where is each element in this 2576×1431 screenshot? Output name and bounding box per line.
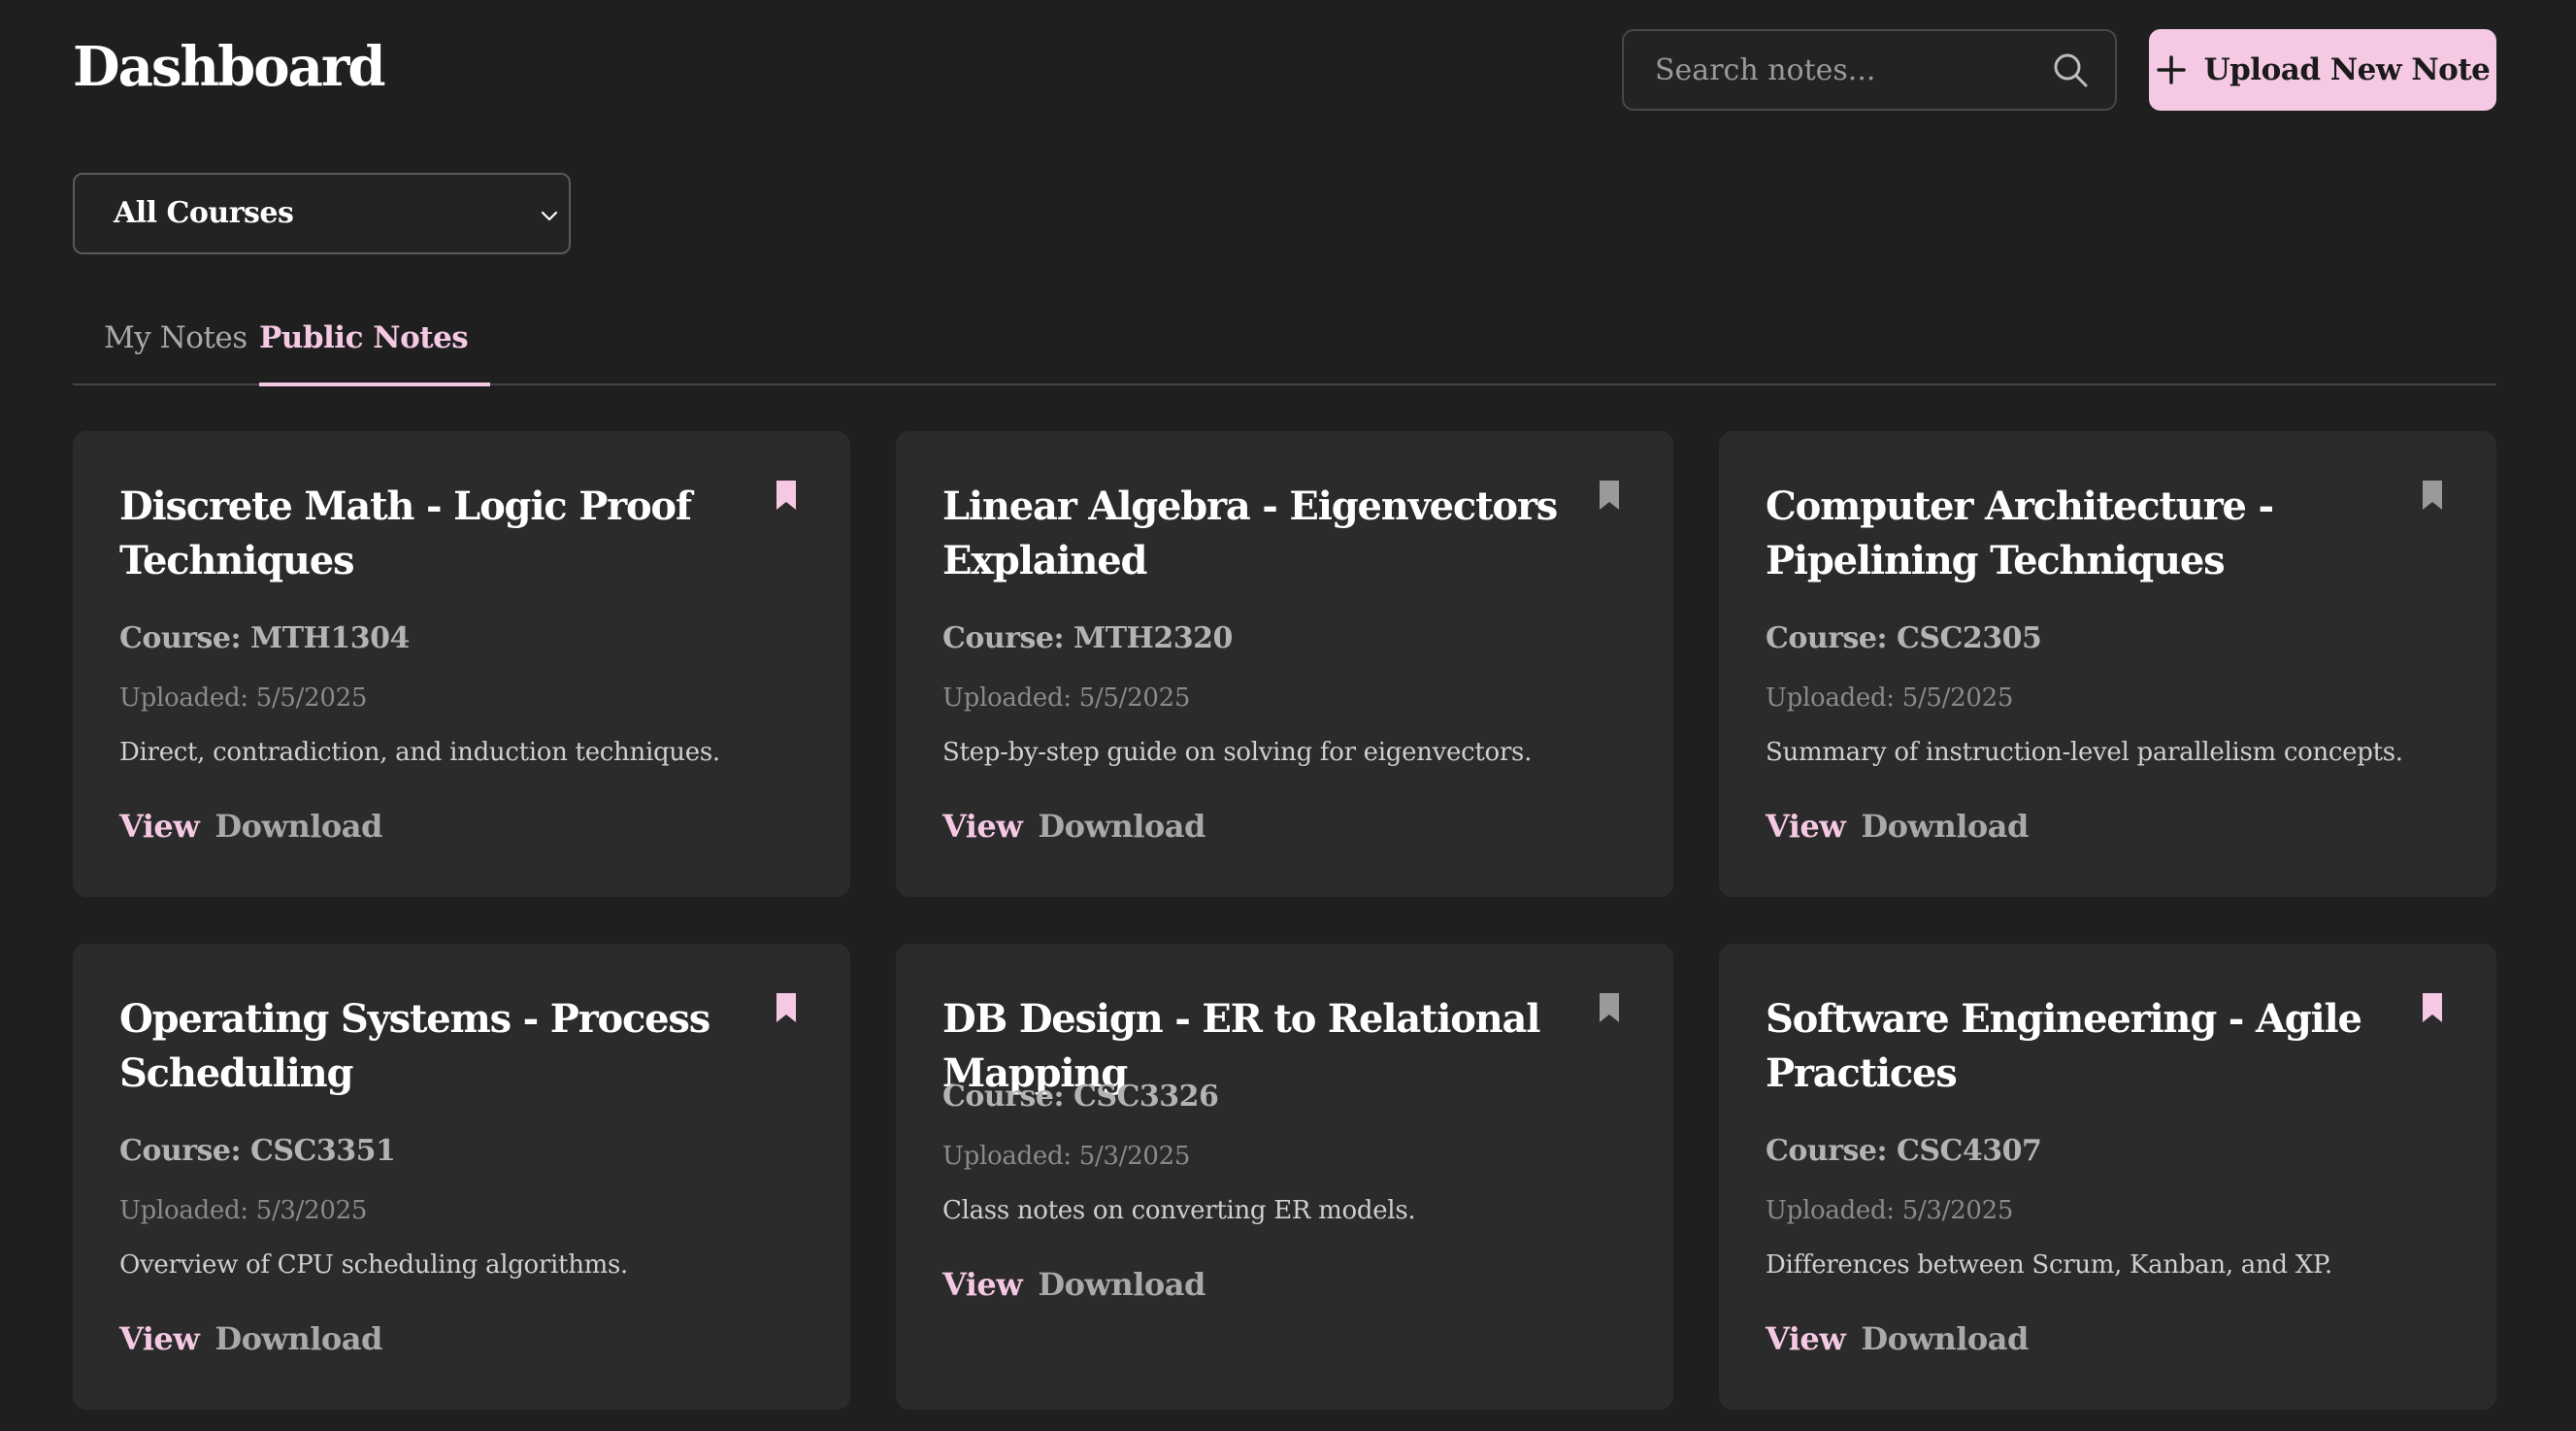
note-description: Class notes on converting ER models. (942, 1196, 1416, 1225)
note-card: DB Design - ER to Relational Mapping Cou… (896, 944, 1673, 1410)
note-uploaded-date: Uploaded: 5/3/2025 (1766, 1196, 2014, 1225)
note-title: Operating Systems - Process Scheduling (119, 996, 710, 1096)
bookmark-icon[interactable] (2422, 992, 2443, 1023)
course-filter-select[interactable]: All Courses (73, 173, 571, 254)
bookmark-icon[interactable] (2422, 480, 2443, 511)
notes-tabs: My Notes Public Notes (73, 291, 2496, 386)
view-link[interactable]: View (1766, 808, 1846, 845)
bookmark-icon[interactable] (776, 992, 797, 1023)
note-description: Step-by-step guide on solving for eigenv… (942, 738, 1533, 767)
note-uploaded-date: Uploaded: 5/3/2025 (942, 1142, 1191, 1171)
note-course: Course: CSC3326 (942, 1080, 1219, 1114)
note-card: Operating Systems - Process Scheduling C… (73, 944, 850, 1410)
note-uploaded-date: Uploaded: 5/3/2025 (119, 1196, 368, 1225)
upload-new-note-button[interactable]: Upload New Note (2149, 29, 2496, 111)
view-link[interactable]: View (942, 1266, 1023, 1303)
bookmark-icon[interactable] (1599, 480, 1620, 511)
view-link[interactable]: View (119, 808, 200, 845)
note-title: Software Engineering - Agile Practices (1766, 996, 2362, 1096)
note-course: Course: CSC2305 (1766, 621, 2042, 655)
note-uploaded-date: Uploaded: 5/5/2025 (942, 683, 1191, 713)
note-actions: View Download (119, 808, 382, 845)
tab-public-notes[interactable]: Public Notes (259, 320, 469, 355)
bookmark-icon[interactable] (1599, 992, 1620, 1023)
view-link[interactable]: View (942, 808, 1023, 845)
note-course: Course: MTH2320 (942, 621, 1233, 655)
download-link[interactable]: Download (1038, 808, 1205, 845)
bookmark-icon[interactable] (776, 480, 797, 511)
page-title: Dashboard (73, 35, 386, 99)
download-link[interactable]: Download (215, 1320, 382, 1357)
download-link[interactable]: Download (1861, 808, 2029, 845)
search-icon[interactable] (2051, 50, 2090, 89)
plus-icon (2156, 55, 2186, 84)
note-description: Direct, contradiction, and induction tec… (119, 738, 720, 767)
note-title: Computer Architecture - Pipelining Techn… (1766, 483, 2274, 583)
download-link[interactable]: Download (215, 808, 382, 845)
search-input[interactable] (1624, 31, 2031, 109)
note-description: Differences between Scrum, Kanban, and X… (1766, 1250, 2332, 1280)
note-course: Course: CSC3351 (119, 1134, 396, 1168)
note-course: Course: CSC4307 (1766, 1134, 2042, 1168)
note-uploaded-date: Uploaded: 5/5/2025 (119, 683, 368, 713)
course-filter-value: All Courses (114, 196, 294, 230)
note-title: Discrete Math - Logic Proof Techniques (119, 483, 692, 583)
note-description: Overview of CPU scheduling algorithms. (119, 1250, 628, 1280)
view-link[interactable]: View (1766, 1320, 1846, 1357)
note-title: Linear Algebra - Eigenvectors Explained (942, 483, 1558, 583)
note-actions: View Download (942, 1266, 1205, 1303)
note-course: Course: MTH1304 (119, 621, 410, 655)
search-box[interactable] (1622, 29, 2117, 111)
note-card: Software Engineering - Agile Practices C… (1719, 944, 2496, 1410)
dashboard-page: Dashboard Upload New Note All Courses My… (0, 0, 2576, 1431)
note-uploaded-date: Uploaded: 5/5/2025 (1766, 683, 2014, 713)
note-actions: View Download (1766, 808, 2029, 845)
note-card: Discrete Math - Logic Proof Techniques C… (73, 431, 850, 897)
download-link[interactable]: Download (1861, 1320, 2029, 1357)
note-card: Computer Architecture - Pipelining Techn… (1719, 431, 2496, 897)
chevron-down-icon (541, 211, 558, 221)
note-description: Summary of instruction-level parallelism… (1766, 738, 2403, 767)
tab-my-notes[interactable]: My Notes (104, 320, 248, 355)
note-card: Linear Algebra - Eigenvectors Explained … (896, 431, 1673, 897)
active-tab-indicator (259, 383, 490, 386)
view-link[interactable]: View (119, 1320, 200, 1357)
download-link[interactable]: Download (1038, 1266, 1205, 1303)
note-actions: View Download (942, 808, 1205, 845)
upload-button-label: Upload New Note (2203, 52, 2491, 87)
note-actions: View Download (1766, 1320, 2029, 1357)
note-actions: View Download (119, 1320, 382, 1357)
